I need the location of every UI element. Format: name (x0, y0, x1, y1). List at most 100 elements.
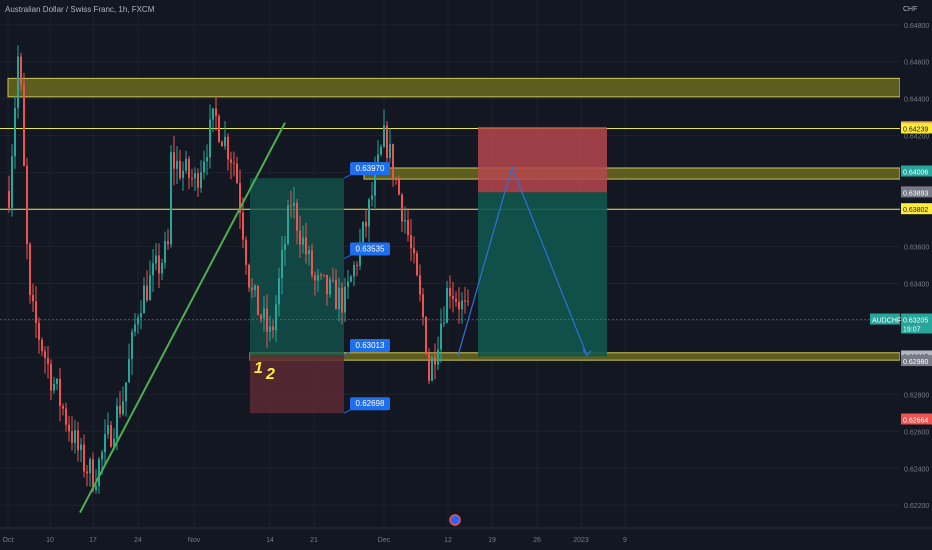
price-tick-label: 0.62600 (904, 429, 929, 436)
candle-body (317, 274, 319, 281)
candle-body (275, 304, 277, 331)
candle-body (440, 323, 442, 350)
candle-body (389, 144, 391, 159)
candle-body (338, 287, 340, 310)
candle-body (59, 378, 61, 406)
time-tick-label: Nov (188, 537, 201, 544)
candle-body (335, 279, 337, 310)
candle (425, 315, 427, 356)
candle-body (161, 262, 163, 274)
candle-body (281, 249, 283, 278)
candle-body (191, 178, 193, 180)
candle-body (155, 255, 157, 264)
candle-body (149, 275, 151, 301)
price-label: 0.64239 (901, 122, 932, 134)
candle-body (383, 125, 385, 147)
current-price-text: 0.63205 (903, 318, 928, 325)
time-tick-label: 21 (310, 537, 318, 544)
upper-supply-zone (7, 77, 901, 98)
candle-body (17, 56, 19, 109)
candle-body (428, 353, 430, 381)
candle-body (314, 275, 316, 281)
candle-body (443, 322, 445, 324)
candle-body (212, 108, 214, 120)
candle-body (422, 294, 424, 318)
time-tick-label: 24 (134, 537, 142, 544)
candle-body (65, 408, 67, 425)
price-label-text: 0.64239 (903, 126, 928, 133)
candle-body (410, 235, 412, 249)
candle-body (380, 146, 382, 155)
candle-body (416, 253, 418, 276)
candle-body (431, 357, 433, 381)
event-marker-icon[interactable] (449, 514, 461, 526)
time-tick-label: 14 (266, 537, 274, 544)
candle-body (332, 279, 334, 281)
candle-body (347, 281, 349, 287)
candle-body (413, 248, 415, 254)
candle-body (254, 285, 256, 291)
candle-body (44, 351, 46, 359)
candle-body (215, 108, 217, 117)
callout-text: 0.63013 (356, 341, 385, 350)
candle-body (455, 298, 457, 302)
candle-body (320, 274, 322, 276)
candle-body (362, 221, 364, 243)
candle-body (110, 425, 112, 447)
candle-body (284, 243, 286, 250)
candle-body (32, 295, 34, 302)
candle-body (185, 158, 187, 171)
candle-body (278, 277, 280, 305)
candle-body (167, 241, 169, 245)
price-tick-label: 0.64800 (904, 23, 929, 30)
candle-body (434, 357, 436, 365)
candle-body (128, 358, 130, 383)
candle-body (107, 425, 109, 435)
price-tick-label: 0.63400 (904, 281, 929, 288)
candle-body (95, 485, 97, 491)
price-label-text: 0.64006 (903, 170, 928, 177)
price-label-text: 0.63893 (903, 190, 928, 197)
candle-body (437, 349, 439, 365)
candle-body (452, 296, 454, 299)
candle-body (248, 264, 250, 288)
candle-body (56, 378, 58, 384)
price-chart[interactable]: 0.63970 0.63535 0.63013 0.62698 1 2 0.64800 0.… (0, 0, 932, 550)
price-label-text: 0.62980 (903, 359, 928, 366)
candle-body (101, 452, 103, 460)
candle-body (38, 322, 40, 340)
callout-text: 0.62698 (356, 399, 385, 408)
candle-body (329, 279, 331, 295)
candle-body (311, 250, 313, 276)
candle-body (170, 152, 172, 245)
candle-body (206, 157, 208, 162)
candle-body (164, 241, 166, 263)
candle-body (152, 263, 154, 276)
candle-body (134, 324, 136, 332)
candle-body (77, 430, 79, 451)
candle-body (62, 405, 64, 409)
candle-body (344, 286, 346, 313)
wave-label-1: 1 (254, 360, 263, 377)
candle-body (194, 173, 196, 179)
candle-body (401, 194, 403, 222)
time-tick-label: 19 (488, 537, 496, 544)
middle-zone (363, 167, 901, 180)
symbol-title[interactable]: Australian Dollar / Swiss Franc, 1h, FXC… (5, 5, 154, 14)
candle (23, 72, 25, 167)
candle-body (395, 178, 397, 180)
candle-body (407, 219, 409, 236)
candle-body (266, 308, 268, 332)
candle-body (365, 221, 367, 227)
candle-body (137, 317, 139, 325)
candle-body (179, 160, 181, 178)
candle-body (26, 165, 28, 245)
time-tick-label: 2023 (573, 537, 589, 544)
candle-body (458, 301, 460, 310)
candle (287, 199, 289, 246)
callout-text: 0.63535 (356, 245, 385, 254)
candle-body (392, 144, 394, 179)
candle-body (20, 56, 22, 85)
candle-body (89, 459, 91, 474)
candle-body (233, 162, 235, 164)
